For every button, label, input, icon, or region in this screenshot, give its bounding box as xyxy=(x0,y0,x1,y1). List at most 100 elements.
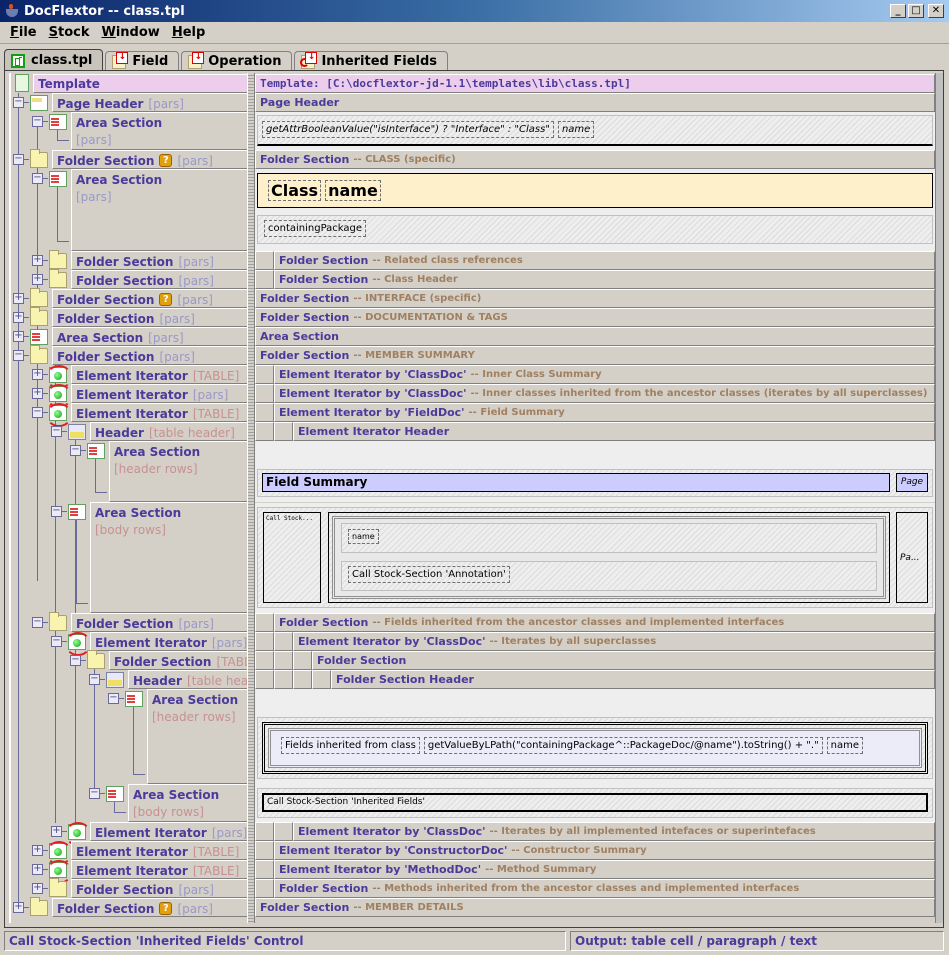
close-button[interactable]: ✕ xyxy=(928,4,944,18)
help-question-icon[interactable]: ? xyxy=(159,154,173,167)
data-control[interactable]: Class xyxy=(268,180,322,201)
expand-toggle[interactable]: + xyxy=(32,388,43,399)
collapse-toggle[interactable]: − xyxy=(70,445,81,456)
expand-toggle[interactable]: + xyxy=(32,369,43,380)
section-header[interactable]: Folder Section Header xyxy=(331,670,935,689)
section-row[interactable]: Folder Section -- INTERFACE (specific) xyxy=(255,289,935,308)
section-row[interactable]: Folder Section -- MEMBER SUMMARY xyxy=(255,346,935,365)
section-header[interactable]: Folder Section -- MEMBER SUMMARY xyxy=(255,346,935,365)
containing-package-control[interactable]: containingPackage xyxy=(264,220,367,237)
tab-operation[interactable]: Operation xyxy=(181,51,293,71)
section-row[interactable]: Folder Section -- Methods inherited from … xyxy=(255,879,935,898)
tree-node-area-section[interactable]: Area Section [body rows] xyxy=(90,502,247,613)
section-header[interactable]: Element Iterator by 'ConstructorDoc' -- C… xyxy=(274,841,935,860)
tree-node-area-section[interactable]: Area Section [header rows] xyxy=(109,441,247,502)
help-question-icon[interactable]: ? xyxy=(159,902,173,915)
help-question-icon[interactable]: ? xyxy=(159,293,173,306)
page-control[interactable]: Page xyxy=(896,473,928,492)
expand-toggle[interactable]: + xyxy=(51,826,62,837)
expand-toggle[interactable]: + xyxy=(13,293,24,304)
tree-node-element-iterator[interactable]: Element Iterator [TABLE] xyxy=(71,365,247,384)
section-header[interactable]: Folder Section -- INTERFACE (specific) xyxy=(255,289,935,308)
collapse-toggle[interactable]: − xyxy=(13,154,24,165)
menu-window[interactable]: Window xyxy=(96,25,166,40)
section-header[interactable]: Folder Section -- CLASS (specific) xyxy=(255,150,935,169)
section-header[interactable]: Element Iterator by 'ClassDoc' -- Iterate… xyxy=(293,822,935,841)
inherited-label-control[interactable]: Fields inherited from class xyxy=(281,737,420,754)
tree-node-area-section[interactable]: Area Section [header rows] xyxy=(147,689,247,784)
tree-node-header[interactable]: Header [table header] xyxy=(90,422,247,441)
section-header[interactable]: Element Iterator by 'ClassDoc' -- Inner C… xyxy=(274,365,935,384)
section-row[interactable]: Element Iterator by 'ConstructorDoc' -- C… xyxy=(255,841,935,860)
tree-node-element-iterator[interactable]: Element Iterator [TABLE] xyxy=(71,403,247,422)
tab-class-tpl[interactable]: class.tpl xyxy=(4,49,104,71)
tree-node-area-section[interactable]: Area Section [pars] xyxy=(71,112,247,150)
section-header[interactable]: Element Iterator by 'ClassDoc' -- Inner c… xyxy=(274,384,935,403)
section-row[interactable]: Folder Section -- MEMBER DETAILS xyxy=(255,898,935,917)
collapse-toggle[interactable]: − xyxy=(89,674,100,685)
section-header[interactable]: Folder Section xyxy=(312,651,935,670)
section-header[interactable]: Element Iterator by 'ClassDoc' -- Iterate… xyxy=(293,632,935,651)
section-row[interactable]: Folder Section xyxy=(255,651,935,670)
collapse-toggle[interactable]: − xyxy=(70,655,81,666)
tree-node-area-section[interactable]: Area Section [body rows] xyxy=(128,784,247,822)
tab-inherited-fields[interactable]: Inherited Fields xyxy=(294,51,449,71)
tree-node-element-iterator[interactable]: Element Iterator [TABLE] xyxy=(71,860,247,879)
tree-node-area-section[interactable]: Area Section [pars] xyxy=(71,169,247,251)
tree-root-template[interactable]: Template xyxy=(11,74,247,93)
data-control[interactable]: getAttrBooleanValue("isInterface") ? "In… xyxy=(262,121,554,138)
inherited-name-control[interactable]: name xyxy=(826,737,864,754)
tree-node-folder-section[interactable]: Folder Section [pars] xyxy=(71,613,247,632)
vertical-scrollbar[interactable] xyxy=(935,73,943,923)
expand-toggle[interactable]: + xyxy=(32,883,43,894)
tree-node-header[interactable]: Header [table header] xyxy=(128,670,273,689)
expand-toggle[interactable]: + xyxy=(32,255,43,266)
tree-node-element-iterator[interactable]: Element Iterator [pars] xyxy=(90,822,247,841)
template-path-header[interactable]: Template: [C:\docflextor-jd-1.1\template… xyxy=(255,74,935,93)
splitter-handle[interactable] xyxy=(247,73,255,923)
section-header[interactable]: Element Iterator Header xyxy=(293,422,935,441)
tree-node-folder-section[interactable]: Folder Section? [pars] xyxy=(52,289,247,308)
section-row[interactable]: Folder Section Header xyxy=(255,670,935,689)
tree-node-element-iterator[interactable]: Element Iterator [pars] xyxy=(71,384,247,403)
section-row[interactable]: Element Iterator by 'ClassDoc' -- Inner c… xyxy=(255,384,935,403)
page-header-row[interactable]: Page Header xyxy=(255,93,935,112)
collapse-toggle[interactable]: − xyxy=(32,173,43,184)
menu-help[interactable]: Help xyxy=(166,25,211,40)
section-row[interactable]: Element Iterator by 'ClassDoc' -- Iterate… xyxy=(255,822,935,841)
collapse-toggle[interactable]: − xyxy=(108,693,119,704)
collapse-toggle[interactable]: − xyxy=(13,350,24,361)
collapse-toggle[interactable]: − xyxy=(89,788,100,799)
collapse-toggle[interactable]: − xyxy=(51,636,62,647)
collapse-toggle[interactable]: − xyxy=(51,426,62,437)
section-row[interactable]: Folder Section -- Class Header xyxy=(255,270,935,289)
tree-node-folder-section[interactable]: Folder Section [pars] xyxy=(52,346,247,365)
tree-node-page-header[interactable]: Page Header [pars] xyxy=(52,93,247,112)
field-summary-title[interactable]: Field Summary xyxy=(262,473,890,492)
expand-toggle[interactable]: + xyxy=(13,902,24,913)
folder-class-row[interactable]: Folder Section -- CLASS (specific) xyxy=(255,150,935,169)
tab-field[interactable]: Field xyxy=(105,51,180,71)
inherited-fields-stock-call[interactable]: Call Stock-Section 'Inherited Fields' xyxy=(262,793,928,812)
minimize-button[interactable]: _ xyxy=(890,4,906,18)
tree-node-folder-section[interactable]: Folder Section? [pars] xyxy=(52,898,247,917)
tree-node-area-section[interactable]: Area Section [pars] xyxy=(52,327,247,346)
section-header[interactable]: Folder Section -- Methods inherited from … xyxy=(274,879,935,898)
name-control[interactable]: name xyxy=(348,529,379,544)
tree-node-folder-section[interactable]: Folder Section [TABLE] xyxy=(109,651,263,670)
menu-stock[interactable]: Stock xyxy=(43,25,96,40)
section-row[interactable]: Folder Section -- Related class reference… xyxy=(255,251,935,270)
section-header[interactable]: Folder Section -- Related class reference… xyxy=(274,251,935,270)
menu-file[interactable]: File xyxy=(4,25,43,40)
expand-toggle[interactable]: + xyxy=(13,331,24,342)
inherited-expr-control[interactable]: getValueByLPath("containingPackage^::Pac… xyxy=(423,737,823,754)
page-cell[interactable]: Pa... xyxy=(896,512,928,603)
expand-toggle[interactable]: + xyxy=(32,864,43,875)
tree-node-folder-section[interactable]: Folder Section [pars] xyxy=(71,879,247,898)
maximize-button[interactable]: □ xyxy=(908,4,924,18)
section-header[interactable]: Folder Section -- Fields inherited from t… xyxy=(274,613,935,632)
section-header[interactable]: Page Header xyxy=(255,93,935,112)
section-header[interactable]: Folder Section -- DOCUMENTATION & TAGS xyxy=(255,308,935,327)
annotation-stock-call[interactable]: Call Stock-Section 'Annotation' xyxy=(348,566,510,583)
section-row[interactable]: Element Iterator Header xyxy=(255,422,935,441)
